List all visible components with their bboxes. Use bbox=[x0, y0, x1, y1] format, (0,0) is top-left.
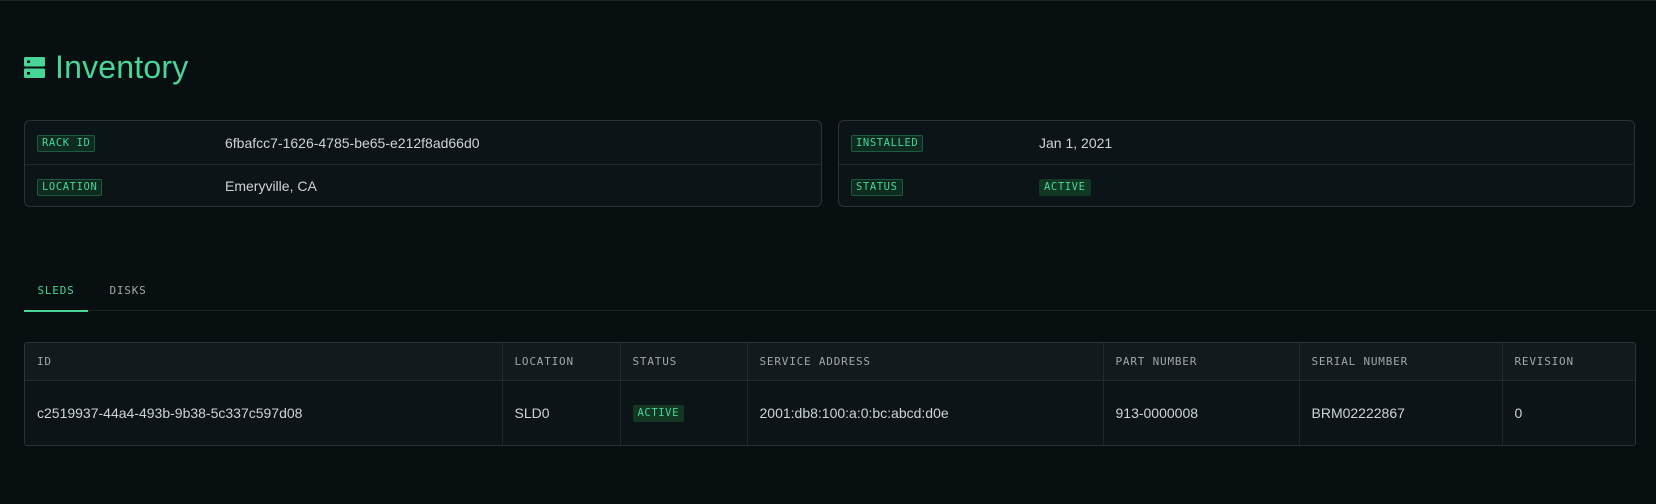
cell-service-address: 2001:db8:100:a:0:bc:abcd:d0e bbox=[746, 380, 1103, 445]
status-badge: ACTIVE bbox=[632, 405, 685, 423]
property-key-installed: INSTALLED bbox=[851, 135, 924, 152]
property-value-location: Emeryville, CA bbox=[225, 178, 317, 194]
page-header: Inventory bbox=[24, 49, 188, 86]
tab-list: SLEDS DISKS bbox=[24, 279, 1656, 312]
column-header-status[interactable]: STATUS bbox=[619, 343, 747, 380]
properties-table-right: INSTALLED Jan 1, 2021 STATUS ACTIVE bbox=[838, 120, 1635, 207]
cell-id: c2519937-44a4-493b-9b38-5c337c597d08 bbox=[37, 404, 303, 421]
property-row-location: LOCATION Emeryville, CA bbox=[25, 164, 821, 206]
column-header-serial-number[interactable]: SERIAL NUMBER bbox=[1298, 343, 1502, 380]
property-row-status: STATUS ACTIVE bbox=[839, 164, 1634, 206]
tab-disks[interactable]: DISKS bbox=[96, 279, 160, 311]
inventory-page: Inventory RACK ID 6fbafcc7-1626-4785-be6… bbox=[0, 0, 1656, 504]
property-key-status: STATUS bbox=[851, 178, 903, 196]
property-row-rack-id: RACK ID 6fbafcc7-1626-4785-be65-e212f8ad… bbox=[25, 121, 821, 164]
column-header-service-address[interactable]: SERVICE ADDRESS bbox=[746, 343, 1103, 380]
properties-table-left: RACK ID 6fbafcc7-1626-4785-be65-e212f8ad… bbox=[24, 120, 822, 207]
column-header-part-number[interactable]: PART NUMBER bbox=[1102, 343, 1299, 380]
table-row[interactable]: c2519937-44a4-493b-9b38-5c337c597d08 SLD… bbox=[25, 380, 1635, 445]
cell-location: SLD0 bbox=[501, 380, 620, 445]
column-header-location[interactable]: LOCATION bbox=[501, 343, 620, 380]
column-header-id[interactable]: ID bbox=[25, 343, 502, 380]
table-header-row: ID LOCATION STATUS SERVICE ADDRESS PART … bbox=[25, 343, 1635, 380]
tab-sleds[interactable]: SLEDS bbox=[24, 279, 88, 312]
cell-serial-number: BRM02222867 bbox=[1298, 380, 1502, 445]
servers-icon bbox=[24, 57, 45, 78]
property-key-rack-id: RACK ID bbox=[37, 135, 96, 152]
property-value-installed: Jan 1, 2021 bbox=[1039, 134, 1113, 151]
column-header-revision[interactable]: REVISION bbox=[1501, 343, 1635, 380]
property-value-rack-id: 6fbafcc7-1626-4785-be65-e212f8ad66d0 bbox=[225, 134, 480, 151]
sleds-table: ID LOCATION STATUS SERVICE ADDRESS PART … bbox=[24, 342, 1636, 446]
cell-revision: 0 bbox=[1501, 380, 1635, 445]
property-key-location: LOCATION bbox=[37, 178, 103, 196]
cell-status: ACTIVE bbox=[619, 380, 747, 445]
property-row-installed: INSTALLED Jan 1, 2021 bbox=[839, 121, 1634, 164]
page-title: Inventory bbox=[55, 49, 189, 85]
cell-part-number: 913-0000008 bbox=[1102, 380, 1299, 445]
status-badge: ACTIVE bbox=[1039, 178, 1091, 196]
